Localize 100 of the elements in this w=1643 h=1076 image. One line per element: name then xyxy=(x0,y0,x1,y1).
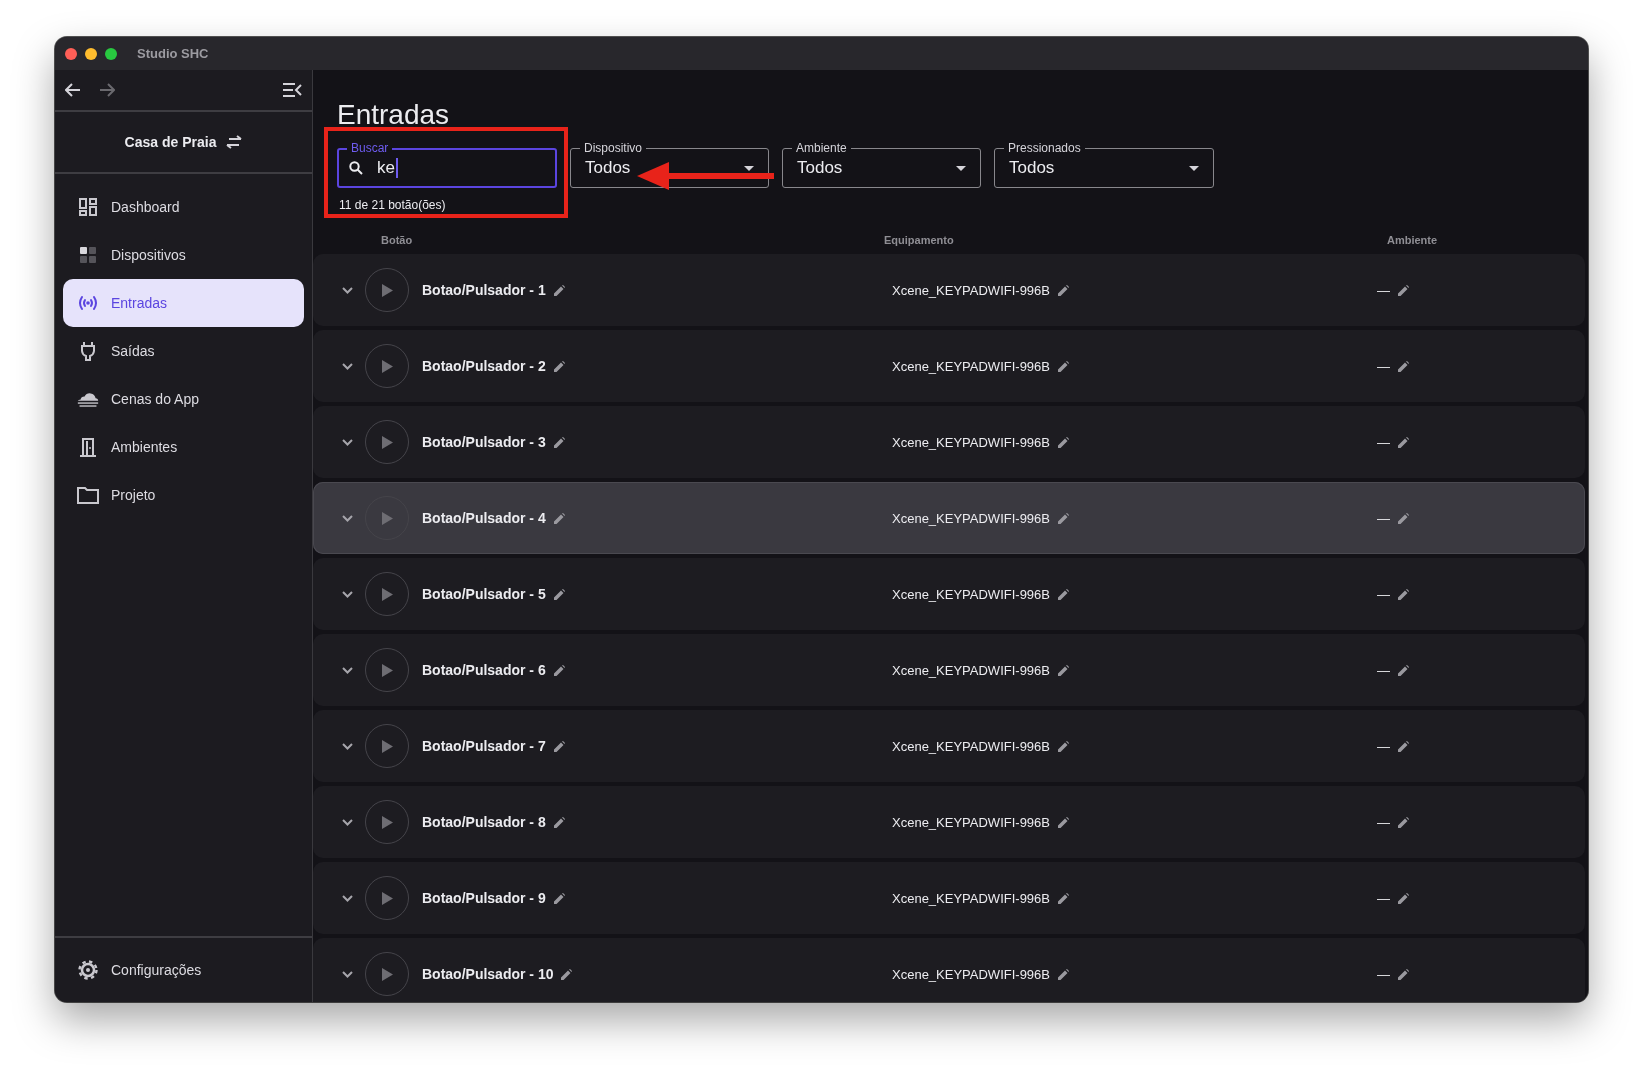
back-arrow-icon[interactable] xyxy=(65,83,81,97)
settings-link[interactable]: Configurações xyxy=(111,962,202,978)
table-row[interactable]: Botao/Pulsador - 6 Xcene_KEYPADWIFI-996B — xyxy=(313,634,1585,706)
collapse-menu-icon[interactable] xyxy=(282,83,302,97)
edit-icon[interactable] xyxy=(1398,284,1409,296)
table-row[interactable]: Botao/Pulsador - 9 Xcene_KEYPADWIFI-996B — xyxy=(313,862,1585,934)
minimize-button[interactable] xyxy=(85,47,97,60)
room-value: — xyxy=(1377,282,1390,298)
edit-icon[interactable] xyxy=(1398,740,1409,752)
table-row[interactable]: Botao/Pulsador - 3 Xcene_KEYPADWIFI-996B — xyxy=(313,406,1585,478)
equipment-name: Xcene_KEYPADWIFI-996B xyxy=(892,434,1050,450)
caret-icon xyxy=(956,165,966,171)
chevron-down-icon[interactable] xyxy=(341,970,353,978)
equipment-name: Xcene_KEYPADWIFI-996B xyxy=(892,586,1050,602)
edit-icon[interactable] xyxy=(1398,892,1409,904)
edit-icon[interactable] xyxy=(1398,360,1409,372)
chevron-down-icon[interactable] xyxy=(341,818,353,826)
button-name: Botao/Pulsador - 1 xyxy=(422,282,546,298)
equipment-name: Xcene_KEYPADWIFI-996B xyxy=(892,662,1050,678)
equipment-name: Xcene_KEYPADWIFI-996B xyxy=(892,966,1050,982)
column-header: Botão xyxy=(381,234,413,246)
equipment-name: Xcene_KEYPADWIFI-996B xyxy=(892,890,1050,906)
edit-icon[interactable] xyxy=(1398,436,1409,448)
table-row[interactable]: Botao/Pulsador - 2 Xcene_KEYPADWIFI-996B — xyxy=(313,330,1585,402)
edit-icon[interactable] xyxy=(1058,284,1069,296)
chevron-down-icon[interactable] xyxy=(341,286,353,294)
swap-icon[interactable] xyxy=(226,135,243,149)
room-value: — xyxy=(1377,434,1390,450)
edit-icon[interactable] xyxy=(553,588,565,600)
edit-icon[interactable] xyxy=(1058,664,1069,676)
edit-icon[interactable] xyxy=(1398,816,1409,828)
plug-icon xyxy=(80,341,96,361)
door-icon xyxy=(79,437,97,457)
edit-icon[interactable] xyxy=(553,740,565,752)
sidebar-item[interactable]: Cenas do App xyxy=(63,375,304,423)
button-name: Botao/Pulsador - 7 xyxy=(422,738,546,754)
chevron-down-icon[interactable] xyxy=(341,894,353,902)
caret-icon xyxy=(1189,165,1199,171)
chevron-down-icon[interactable] xyxy=(341,742,353,750)
forward-arrow-icon[interactable] xyxy=(99,83,115,97)
table-row[interactable]: Botao/Pulsador - 10 Xcene_KEYPADWIFI-996B — xyxy=(313,938,1585,1002)
button-name: Botao/Pulsador - 6 xyxy=(422,662,546,678)
sidebar-item[interactable]: Entradas xyxy=(63,279,304,327)
chevron-down-icon[interactable] xyxy=(341,514,353,522)
play-icon xyxy=(381,891,393,905)
edit-icon[interactable] xyxy=(1398,588,1409,600)
sidebar-item[interactable]: Dashboard xyxy=(63,183,304,231)
window-title: Studio SHC xyxy=(137,46,209,61)
project-name: Casa de Praia xyxy=(124,134,217,150)
settings-icon[interactable] xyxy=(77,959,99,981)
chevron-down-icon[interactable] xyxy=(341,362,353,370)
edit-icon[interactable] xyxy=(553,512,565,524)
chevron-down-icon[interactable] xyxy=(341,590,353,598)
zoom-button[interactable] xyxy=(105,47,117,60)
edit-icon[interactable] xyxy=(1058,512,1069,524)
play-icon xyxy=(381,967,393,981)
edit-icon[interactable] xyxy=(1398,968,1409,980)
sidebar-item[interactable]: Saídas xyxy=(63,327,304,375)
close-button[interactable] xyxy=(65,47,77,60)
play-icon xyxy=(381,663,393,677)
caret-icon xyxy=(744,165,754,171)
edit-icon[interactable] xyxy=(1058,436,1069,448)
room-value: — xyxy=(1377,966,1390,982)
button-name: Botao/Pulsador - 4 xyxy=(422,510,546,526)
edit-icon[interactable] xyxy=(1058,740,1069,752)
edit-icon[interactable] xyxy=(1398,512,1409,524)
room-value: — xyxy=(1377,510,1390,526)
result-count: 11 de 21 botão(ões) xyxy=(338,197,447,212)
button-name: Botao/Pulsador - 8 xyxy=(422,814,546,830)
table-row[interactable]: Botao/Pulsador - 4 Xcene_KEYPADWIFI-996B — xyxy=(313,482,1585,554)
chevron-down-icon[interactable] xyxy=(341,438,353,446)
sidebar-item[interactable]: Ambientes xyxy=(63,423,304,471)
table-row[interactable]: Botao/Pulsador - 8 Xcene_KEYPADWIFI-996B — xyxy=(313,786,1585,858)
button-name: Botao/Pulsador - 2 xyxy=(422,358,546,374)
chevron-down-icon[interactable] xyxy=(341,666,353,674)
edit-icon[interactable] xyxy=(553,816,565,828)
table-row[interactable]: Botao/Pulsador - 7 Xcene_KEYPADWIFI-996B — xyxy=(313,710,1585,782)
room-value: — xyxy=(1377,814,1390,830)
column-header: Ambiente xyxy=(1387,234,1438,246)
button-name: Botao/Pulsador - 3 xyxy=(422,434,546,450)
page-title: Entradas xyxy=(336,98,451,132)
edit-icon[interactable] xyxy=(1398,664,1409,676)
edit-icon[interactable] xyxy=(1058,588,1069,600)
play-icon xyxy=(381,587,393,601)
button-name: Botao/Pulsador - 9 xyxy=(422,890,546,906)
edit-icon[interactable] xyxy=(1058,816,1069,828)
table-row[interactable]: Botao/Pulsador - 5 Xcene_KEYPADWIFI-996B — xyxy=(313,558,1585,630)
edit-icon[interactable] xyxy=(553,892,565,904)
sidebar-item[interactable]: Dispositivos xyxy=(63,231,304,279)
sidebar-item[interactable]: Projeto xyxy=(63,471,304,519)
edit-icon[interactable] xyxy=(553,284,565,296)
table-row[interactable]: Botao/Pulsador - 1 Xcene_KEYPADWIFI-996B — xyxy=(313,254,1585,326)
edit-icon[interactable] xyxy=(1058,968,1069,980)
edit-icon[interactable] xyxy=(561,968,573,980)
room-value: — xyxy=(1377,662,1390,678)
edit-icon[interactable] xyxy=(1058,892,1069,904)
edit-icon[interactable] xyxy=(553,436,565,448)
edit-icon[interactable] xyxy=(553,360,565,372)
edit-icon[interactable] xyxy=(1058,360,1069,372)
edit-icon[interactable] xyxy=(553,664,565,676)
